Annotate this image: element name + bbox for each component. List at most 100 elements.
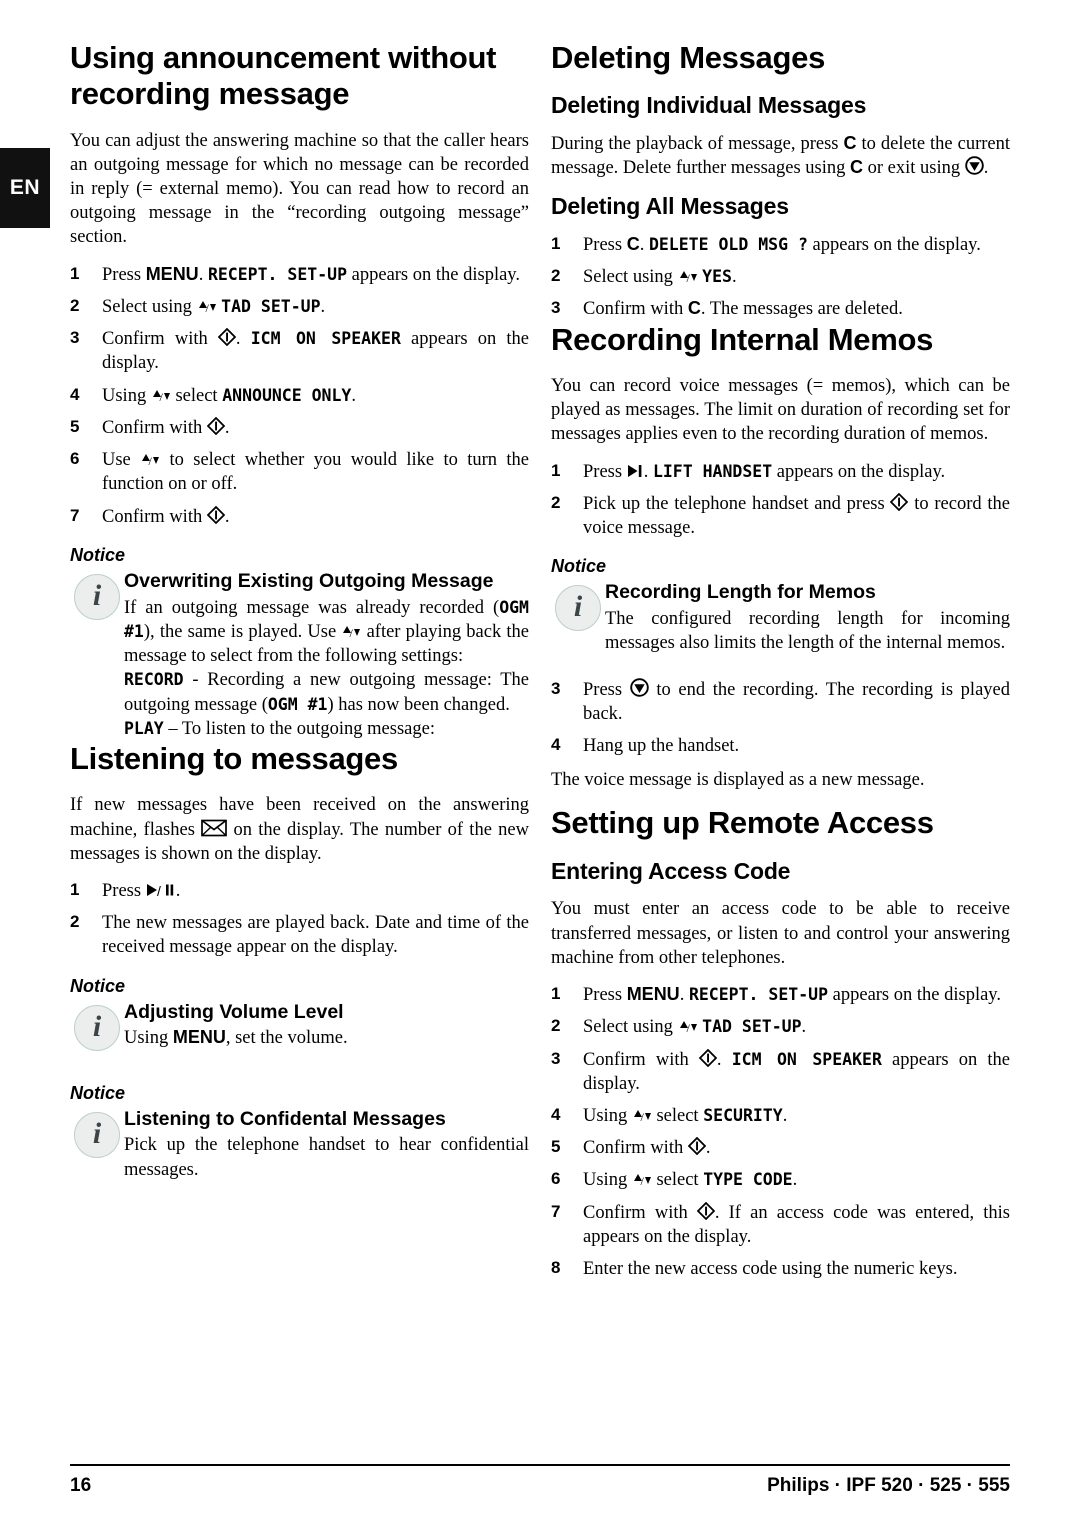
text-fragment: or exit using (863, 158, 965, 179)
step-item: 1 Press MENU. RECEPT. SET-UP appears on … (70, 263, 529, 287)
step-number: 1 (70, 879, 80, 899)
left-column: Using announcement without recording mes… (70, 40, 529, 1281)
step-number: 4 (551, 735, 561, 755)
step-item: 6 Using / select TYPE CODE. (551, 1168, 1010, 1192)
info-icon: i (74, 1004, 120, 1051)
step-text-pre: Confirm with (583, 1049, 699, 1070)
page-footer: 16 Philips · IPF 520 · 525 · 555 (70, 1464, 1010, 1497)
step-number: 1 (70, 263, 80, 283)
step-text-mid: . (198, 264, 208, 285)
step-item: 3 Confirm with . ICM ON SPEAKER appears … (551, 1048, 1010, 1096)
step-text-post: . (175, 880, 181, 901)
step-item: 5 Confirm with . (551, 1136, 1010, 1160)
step-text-pre: Press (583, 985, 627, 1006)
heading-listening-to-messages: Listening to messages (70, 741, 398, 776)
step-text-post: . (224, 417, 230, 438)
two-column-layout: Using announcement without recording mes… (70, 40, 1010, 1281)
text-fragment: ), the same is played. Use (143, 621, 342, 642)
heading-recording-internal-memos: Recording Internal Memos (551, 321, 934, 357)
step-number: 5 (551, 1137, 561, 1157)
display-text: ICM ON SPEAKER (731, 1049, 882, 1069)
step-text-mid: . (643, 461, 653, 482)
steps-memos-1: 1 Press . LIFT HANDSET appears on the di… (551, 460, 1010, 541)
step-number: 2 (551, 1016, 561, 1036)
record-diamond-icon (217, 328, 236, 347)
text-fragment: , set the volume. (225, 1028, 348, 1049)
step-item: 8 Enter the new access code using the nu… (551, 1257, 1010, 1281)
step-number: 4 (551, 1104, 561, 1124)
paragraph-deleting-individual: During the playback of message, press C … (551, 132, 1010, 180)
notice-icon-wrap: i (70, 1108, 124, 1158)
record-diamond-icon (206, 505, 225, 524)
language-tab: EN (0, 148, 50, 228)
notice-icon-wrap: i (551, 581, 605, 632)
step-item: 7 Confirm with . (70, 505, 529, 529)
svg-text:/: / (149, 454, 153, 467)
key-c: C (843, 132, 857, 153)
text-fragment: – To listen to the outgoing message: (163, 718, 435, 739)
footer-brand-line: Philips · IPF 520 · 525 · 555 (767, 1475, 1010, 1496)
step-text-pre: Using (102, 385, 151, 406)
play-pause-icon: / (146, 882, 176, 898)
step-number: 3 (551, 298, 561, 318)
up-down-arrows-icon: / (678, 269, 698, 284)
step-text-pre: Confirm with (583, 299, 688, 320)
notice-label: Notice (70, 544, 126, 565)
display-text: ICM ON SPEAKER (250, 329, 401, 349)
svg-text:/: / (640, 1110, 644, 1123)
record-diamond-icon (206, 416, 225, 435)
text-fragment: If an outgoing message was already recor… (124, 597, 500, 618)
notice-paragraph: Pick up the telephone handset to hear co… (124, 1135, 529, 1180)
step-text-pre: Press (102, 264, 146, 285)
step-text-pre: Select using (583, 1017, 678, 1038)
step-text-mid: . (679, 985, 689, 1006)
step-text-pre: Use (102, 450, 141, 471)
svg-text:/: / (686, 271, 690, 284)
stop-circle-icon (629, 677, 649, 697)
key-menu: MENU (172, 1027, 226, 1048)
text-fragment: . (983, 158, 989, 179)
notice-paragraph: If an outgoing message was already recor… (124, 596, 529, 669)
notice-adjusting-volume-level: i Adjusting Volume Level Using MENU, set… (70, 1001, 529, 1051)
notice-label: Notice (70, 975, 126, 996)
step-item: 1 Press . LIFT HANDSET appears on the di… (551, 460, 1010, 484)
text-fragment: During the playback of message, press (551, 133, 844, 154)
svg-text:/: / (686, 1021, 690, 1034)
key-c: C (850, 157, 863, 178)
notice-icon-wrap: i (70, 570, 124, 620)
notice-body: Overwriting Existing Outgoing Message If… (124, 570, 529, 741)
step-text-pre: Press (583, 461, 627, 482)
step-text-pre: Select using (102, 296, 197, 317)
step-text-mid: . (716, 1049, 732, 1070)
notice-title: Recording Length for Memos (605, 581, 876, 604)
step-item: 1 Press C. DELETE OLD MSG ? appears on t… (551, 233, 1010, 257)
svg-text:/: / (157, 883, 161, 898)
key-menu: MENU (145, 263, 199, 284)
info-icon: i (74, 573, 120, 620)
notice-icon-wrap: i (70, 1001, 124, 1051)
step-text-post: . (320, 296, 326, 317)
notice-paragraph: RECORD - Recording a new outgoing messag… (124, 668, 529, 716)
up-down-arrows-icon: / (632, 1172, 652, 1187)
display-text: TAD SET-UP (702, 1017, 802, 1037)
notice-overwriting-outgoing-message: i Overwriting Existing Outgoing Message … (70, 570, 529, 741)
notice-body: Recording Length for Memos The configure… (605, 581, 1010, 655)
play-skip-icon (627, 463, 644, 479)
step-text-mid: . (235, 329, 251, 350)
up-down-arrows-icon: / (678, 1019, 698, 1034)
page-content: Using announcement without recording mes… (70, 40, 1010, 1440)
display-text: TYPE CODE (703, 1170, 793, 1190)
up-down-arrows-icon: / (341, 624, 361, 639)
step-text-mid: select (651, 1170, 704, 1191)
notice-label: Notice (551, 556, 607, 577)
step-item: 2 Select using / YES. (551, 265, 1010, 289)
step-text-post: appears on the display. (772, 461, 946, 482)
step-item: 2 Select using / TAD SET-UP. (70, 295, 529, 319)
step-text-post: to select whether you would like to turn… (102, 450, 529, 495)
step-text-pre: Confirm with (102, 506, 207, 527)
step-text-pre: Using (583, 1170, 632, 1191)
notice-label: Notice (70, 1082, 126, 1103)
info-icon: i (74, 1111, 120, 1158)
step-number: 6 (70, 449, 80, 469)
notice-title: Listening to Confidental Messages (124, 1107, 446, 1130)
